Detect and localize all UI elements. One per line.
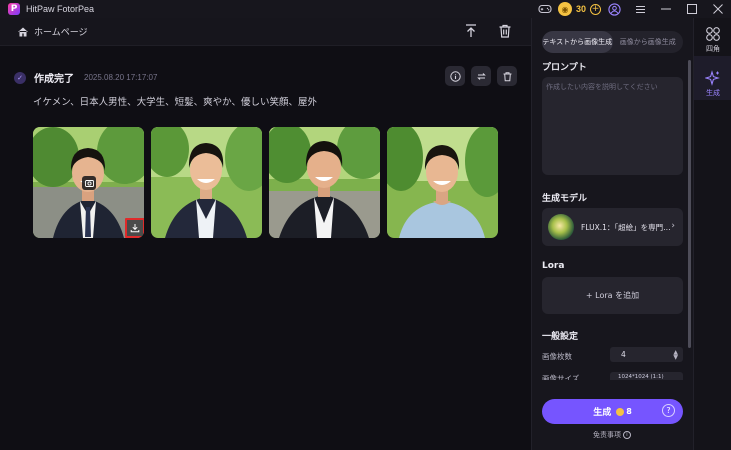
prompt-input[interactable]: [546, 82, 679, 170]
app-logo: P: [8, 3, 20, 15]
gamepad-icon[interactable]: [538, 2, 552, 16]
main-content: ✓ 作成完了 2025.08.20 17:17:07 イケメン、日本人男性、大学…: [0, 46, 531, 450]
sidebar-item-label: 四角: [706, 45, 720, 53]
generated-image-3[interactable]: [269, 127, 380, 238]
tab-text-to-image[interactable]: テキストから画像生成: [542, 31, 613, 53]
lora-label: Lora: [542, 261, 565, 271]
coin-icon: [616, 407, 625, 416]
generated-image-1[interactable]: [33, 127, 144, 238]
regenerate-button[interactable]: [471, 66, 491, 86]
result-actions: [445, 66, 517, 86]
disclaimer-text: 免责事项: [593, 431, 621, 439]
delete-result-button[interactable]: [497, 66, 517, 86]
download-icon: [130, 224, 140, 233]
home-link[interactable]: ホームページ: [34, 25, 88, 38]
model-label: 生成モデル: [542, 194, 588, 204]
generated-image-4[interactable]: [387, 127, 498, 238]
generate-button[interactable]: 生成 8 ?: [542, 399, 683, 424]
sidebar-item-quad[interactable]: 四角: [694, 26, 731, 54]
stepper-arrows-icon[interactable]: ▲ ▼: [673, 349, 678, 360]
upload-icon[interactable]: [463, 23, 479, 39]
trash-icon[interactable]: [497, 23, 513, 39]
menu-icon[interactable]: [627, 0, 653, 18]
sparkle-icon: [705, 70, 720, 86]
close-button[interactable]: [705, 0, 731, 18]
general-settings-label: 一般設定: [542, 332, 579, 342]
chevron-right-icon: ›: [671, 221, 675, 231]
title-bar: P HitPaw FotorPea ◉ 30 +: [0, 0, 731, 18]
right-sidebar: 四角 生成: [693, 18, 731, 450]
settings-panel: テキストから画像生成 画像から画像生成 プロンプト 生成モデル FLUX.1：「…: [531, 18, 693, 450]
info-button[interactable]: [445, 66, 465, 86]
image-count-label: 画像枚数: [542, 352, 572, 361]
sidebar-item-generate[interactable]: 生成: [694, 70, 731, 98]
result-prompt: イケメン、日本人男性、大学生、短髪、爽やか、優しい笑顔、屋外: [33, 97, 317, 108]
model-name: FLUX.1：「超絵」を専門…: [581, 222, 671, 232]
result-timestamp: 2025.08.20 17:17:07: [84, 73, 158, 82]
download-button[interactable]: [125, 218, 144, 238]
help-icon[interactable]: ?: [662, 404, 675, 417]
minimize-button[interactable]: [653, 0, 679, 18]
model-selector[interactable]: FLUX.1：「超絵」を専門… ›: [542, 208, 683, 246]
image-count-stepper[interactable]: 4 ▲ ▼: [610, 347, 683, 362]
result-header: ✓ 作成完了 2025.08.20 17:17:07: [14, 70, 157, 85]
add-lora-button[interactable]: + Lora を追加: [542, 277, 683, 314]
coin-icon: ◉: [557, 2, 572, 16]
grid-icon: [706, 27, 720, 41]
sidebar-item-label: 生成: [706, 89, 720, 97]
account-icon[interactable]: [607, 2, 621, 16]
image-count-value: 4: [621, 350, 626, 359]
title-bar-controls: ◉ 30 +: [532, 0, 731, 18]
panel-scrollbar[interactable]: [688, 60, 691, 348]
model-thumbnail: [548, 214, 574, 240]
maximize-button[interactable]: [679, 0, 705, 18]
zoom-button[interactable]: [82, 176, 96, 190]
generate-cost: 8: [626, 407, 632, 416]
generated-image-2[interactable]: [151, 127, 262, 238]
home-icon[interactable]: [17, 26, 29, 38]
refresh-icon: [476, 72, 486, 80]
add-credits-button[interactable]: +: [590, 3, 601, 15]
result-title: 作成完了: [34, 74, 74, 85]
mode-tabs: テキストから画像生成 画像から画像生成: [542, 31, 683, 53]
top-nav: ホームページ: [0, 18, 531, 46]
prompt-box: [542, 77, 683, 175]
prompt-label: プロンプト: [542, 63, 587, 73]
info-icon: i: [623, 431, 631, 439]
app-title: HitPaw FotorPea: [26, 4, 95, 14]
info-icon: [449, 70, 461, 82]
tab-image-to-image[interactable]: 画像から画像生成: [613, 31, 684, 53]
trash-icon: [503, 71, 511, 81]
credits-count: 30: [575, 4, 586, 14]
generate-label: 生成: [593, 408, 612, 418]
disclaimer-link[interactable]: 免责事项 i: [532, 430, 692, 440]
result-gallery: [33, 127, 498, 238]
result-badge-icon: ✓: [14, 71, 26, 84]
magnify-icon: [84, 179, 94, 187]
